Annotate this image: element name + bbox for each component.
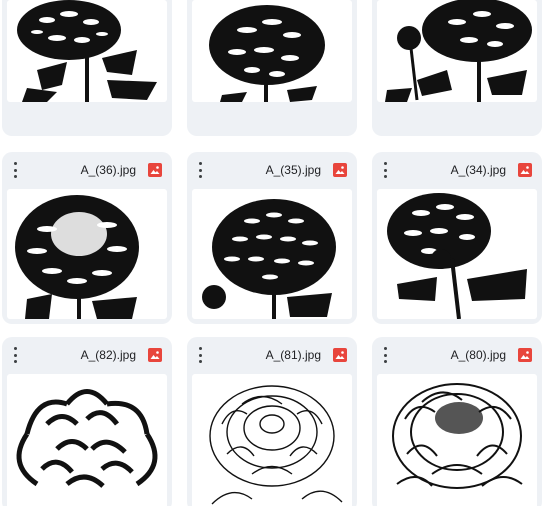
chrysanthemum-image <box>385 0 532 102</box>
card-header: A_(81).jpg <box>187 337 357 371</box>
image-file-icon <box>148 163 162 177</box>
file-thumbnail[interactable] <box>7 0 167 102</box>
file-thumbnail[interactable] <box>377 0 537 102</box>
file-thumbnail[interactable] <box>7 189 167 319</box>
chrysanthemum-image <box>17 0 157 102</box>
file-thumbnail[interactable] <box>7 374 167 506</box>
file-grid: A_(36).jpg A_(35).jpg A_(34).jpg A_(82).… <box>0 0 543 506</box>
image-file-icon <box>518 348 532 362</box>
file-name[interactable]: A_(36).jpg <box>81 162 136 178</box>
file-name[interactable]: A_(34).jpg <box>451 162 506 178</box>
file-name[interactable]: A_(80).jpg <box>451 347 506 363</box>
chrysanthemum-image <box>209 5 325 102</box>
more-options-icon[interactable] <box>193 162 207 178</box>
file-name[interactable]: A_(35).jpg <box>266 162 321 178</box>
file-card[interactable]: A_(81).jpg <box>187 337 357 506</box>
file-thumbnail[interactable] <box>192 0 352 102</box>
more-options-icon[interactable] <box>378 347 392 363</box>
more-options-icon[interactable] <box>8 162 22 178</box>
file-thumbnail[interactable] <box>377 189 537 319</box>
chrysanthemum-image <box>392 383 523 489</box>
file-card[interactable]: A_(82).jpg <box>2 337 172 506</box>
more-options-icon[interactable] <box>193 347 207 363</box>
image-file-icon <box>333 163 347 177</box>
card-header: A_(80).jpg <box>372 337 542 371</box>
file-name[interactable]: A_(81).jpg <box>266 347 321 363</box>
more-options-icon[interactable] <box>8 347 22 363</box>
file-card[interactable]: A_(35).jpg <box>187 152 357 324</box>
file-thumbnail[interactable] <box>192 374 352 506</box>
file-card[interactable] <box>187 0 357 136</box>
card-header: A_(82).jpg <box>2 337 172 371</box>
image-file-icon <box>148 348 162 362</box>
file-card[interactable] <box>2 0 172 136</box>
chrysanthemum-image <box>387 193 527 319</box>
file-card[interactable]: A_(36).jpg <box>2 152 172 324</box>
chrysanthemum-image <box>209 385 343 505</box>
file-thumbnail[interactable] <box>377 374 537 506</box>
file-card[interactable]: A_(80).jpg <box>372 337 542 506</box>
file-name[interactable]: A_(82).jpg <box>81 347 136 363</box>
image-file-icon <box>518 163 532 177</box>
card-header: A_(35).jpg <box>187 152 357 186</box>
card-header: A_(36).jpg <box>2 152 172 186</box>
file-card[interactable] <box>372 0 542 136</box>
chrysanthemum-image <box>15 195 139 319</box>
file-card[interactable]: A_(34).jpg <box>372 152 542 324</box>
chrysanthemum-image <box>16 389 158 488</box>
chrysanthemum-image <box>202 199 336 319</box>
card-header: A_(34).jpg <box>372 152 542 186</box>
image-file-icon <box>333 348 347 362</box>
more-options-icon[interactable] <box>378 162 392 178</box>
file-thumbnail[interactable] <box>192 189 352 319</box>
